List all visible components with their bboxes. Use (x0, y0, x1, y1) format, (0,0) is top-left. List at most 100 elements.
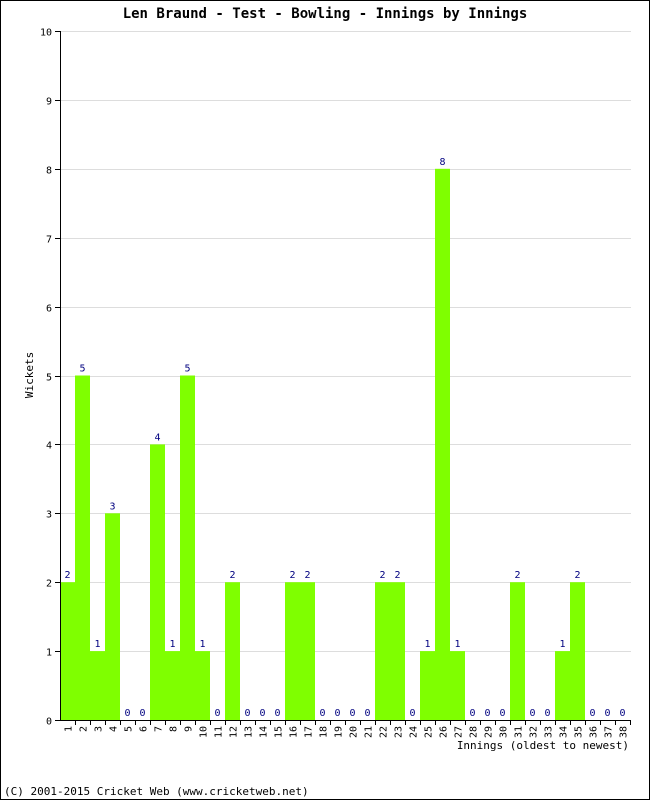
x-tick-label: 2 (79, 726, 90, 732)
data-label: 0 (409, 708, 415, 719)
data-label: 0 (469, 708, 475, 719)
data-label: 2 (289, 570, 295, 581)
x-tick-label: 15 (274, 726, 285, 738)
bar (195, 651, 210, 720)
data-label: 0 (484, 708, 490, 719)
x-tick-label: 26 (439, 726, 450, 738)
data-label: 0 (364, 708, 370, 719)
data-label: 0 (619, 708, 625, 719)
x-tick-label: 32 (529, 726, 540, 738)
x-tick-label: 16 (289, 726, 300, 738)
bar (300, 582, 315, 720)
x-tick-label: 29 (484, 726, 495, 738)
axes (55, 31, 631, 725)
x-axis-label: Innings (oldest to newest) (457, 739, 629, 752)
y-tick-label: 4 (46, 441, 52, 452)
x-tick-label: 18 (319, 726, 330, 738)
data-label: 1 (94, 639, 100, 650)
data-label: 0 (124, 708, 130, 719)
data-label: 2 (394, 570, 400, 581)
x-tick-label: 12 (229, 726, 240, 738)
bar (570, 582, 585, 720)
x-tick-label: 8 (169, 726, 180, 732)
bar (75, 375, 90, 720)
data-label: 2 (514, 570, 520, 581)
x-tick-label: 30 (499, 726, 510, 738)
x-tick-label: 1 (64, 726, 75, 732)
bar (510, 582, 525, 720)
x-tick-label: 34 (559, 726, 570, 738)
bar (150, 444, 165, 720)
bar (375, 582, 390, 720)
bar (420, 651, 435, 720)
bar (285, 582, 300, 720)
data-label: 0 (499, 708, 505, 719)
data-label: 0 (604, 708, 610, 719)
x-tick-label: 23 (394, 726, 405, 738)
copyright-footer: (C) 2001-2015 Cricket Web (www.cricketwe… (4, 785, 309, 798)
data-label: 0 (529, 708, 535, 719)
data-label: 0 (319, 708, 325, 719)
grid-lines (60, 31, 631, 652)
data-label: 2 (229, 570, 235, 581)
bar (105, 513, 120, 720)
bar (90, 651, 105, 720)
x-tick-label: 6 (139, 726, 150, 732)
data-label: 8 (439, 157, 445, 168)
y-tick-label: 3 (46, 510, 52, 521)
data-label: 2 (304, 570, 310, 581)
data-label: 5 (184, 364, 190, 375)
data-label: 0 (334, 708, 340, 719)
x-tick-label: 35 (574, 726, 585, 738)
x-tick-label: 25 (424, 726, 435, 738)
x-tick-label: 19 (334, 726, 345, 738)
y-axis-label: Wickets (23, 352, 36, 398)
x-tick-label: 7 (154, 726, 165, 732)
x-tick-label: 4 (109, 726, 120, 732)
x-tick-label: 36 (589, 726, 600, 738)
chart-title: Len Braund - Test - Bowling - Innings by… (123, 6, 528, 22)
x-tick-label: 28 (469, 726, 480, 738)
data-label: 2 (64, 570, 70, 581)
y-tick-label: 10 (40, 28, 52, 39)
x-tick-label: 17 (304, 726, 315, 738)
data-label: 0 (214, 708, 220, 719)
x-tick-label: 27 (454, 726, 465, 738)
x-tick-label: 24 (409, 726, 420, 738)
bar (390, 582, 405, 720)
data-label: 0 (544, 708, 550, 719)
bar (555, 651, 570, 720)
data-labels: 25130 04151020 0 02 20 0 0 02 201810 0 020 0120 0 0 (64, 157, 625, 719)
data-label: 1 (559, 639, 565, 650)
data-label: 2 (379, 570, 385, 581)
x-tick-label: 22 (379, 726, 390, 738)
data-label: 0 (349, 708, 355, 719)
y-tick-label: 1 (46, 648, 52, 659)
data-label: 1 (199, 639, 205, 650)
x-tick-label: 31 (514, 726, 525, 738)
y-tick-label: 9 (46, 97, 52, 108)
data-label: 5 (79, 364, 85, 375)
y-tick-labels: 0 1 2 3 4 5 6 7 8 9 10 (40, 28, 52, 728)
x-tick-label: 3 (94, 726, 105, 732)
x-tick-label: 14 (259, 726, 270, 738)
data-label: 1 (424, 639, 430, 650)
x-tick-label: 37 (604, 726, 615, 738)
y-tick-label: 5 (46, 373, 52, 384)
y-tick-label: 8 (46, 166, 52, 177)
x-tick-label: 33 (544, 726, 555, 738)
x-tick-label: 9 (184, 726, 195, 732)
y-tick-label: 0 (46, 717, 52, 728)
bar (180, 375, 195, 720)
data-label: 0 (139, 708, 145, 719)
x-tick-label: 38 (619, 726, 630, 738)
x-tick-label: 21 (364, 726, 375, 738)
x-tick-labels: 1 2 3 4 5 6 7 8 9 10 11 12 13 14 15 16 17 18 19 20 21 22 23 24 2… (64, 726, 630, 738)
bar (165, 651, 180, 720)
data-label: 4 (154, 432, 160, 443)
data-label: 0 (274, 708, 280, 719)
y-tick-label: 2 (46, 579, 52, 590)
y-tick-label: 7 (46, 235, 52, 246)
data-label: 3 (109, 501, 115, 512)
data-label: 0 (244, 708, 250, 719)
